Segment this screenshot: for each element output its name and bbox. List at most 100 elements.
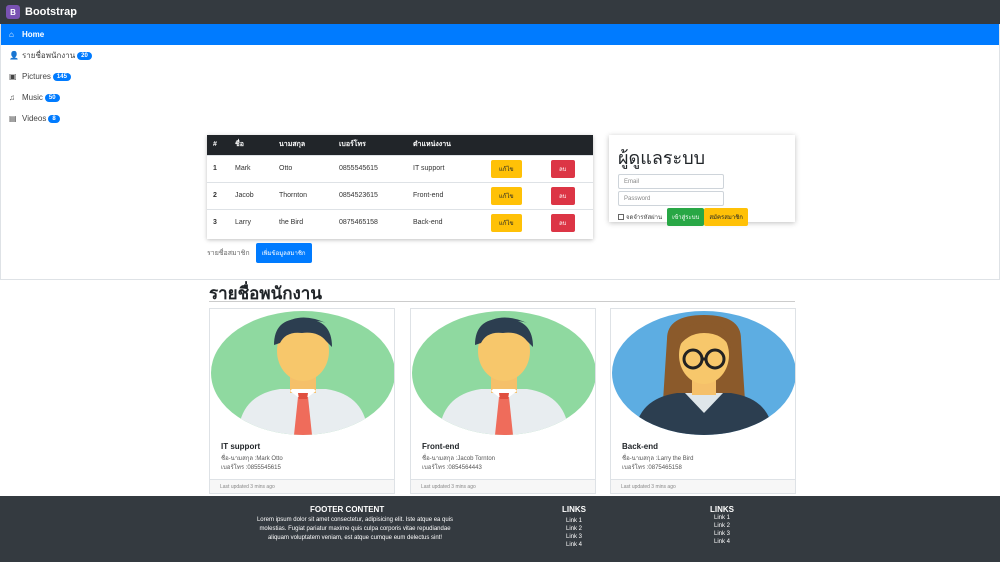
card-name-line: ชื่อ-นามสกุล :Mark Otto — [221, 456, 283, 462]
brand-name[interactable]: Bootstrap — [25, 6, 77, 18]
table-header — [485, 135, 545, 155]
table-header: # — [207, 135, 229, 155]
add-member-button[interactable]: เพิ่มข้อมูลสมาชิก — [255, 243, 312, 263]
sidebar-item-pictures[interactable]: ▣ Pictures 145 — [1, 66, 999, 87]
edit-cell: แก้ไข — [485, 181, 545, 209]
card-text: ชื่อ-นามสกุล :Jacob Tornton เบอร์โทร :08… — [422, 455, 495, 473]
delete-button[interactable]: ลบ — [551, 213, 575, 232]
delete-cell: ลบ — [545, 154, 593, 182]
table-row: 2 Jacob Thornton 0854523615 Front-end แก… — [207, 181, 593, 209]
bootstrap-logo-icon[interactable]: B — [6, 5, 20, 19]
register-button[interactable]: สมัครสมาชิก — [704, 208, 748, 226]
employee-card: Front-end ชื่อ-นามสกุล :Jacob Tornton เบ… — [410, 308, 596, 494]
card-text: ชื่อ-นามสกุล :Larry the Bird เบอร์โทร :0… — [622, 455, 693, 473]
footer-links-list: Link 1 Link 2 Link 3 Link 4 — [714, 514, 730, 546]
last-name-cell: Otto — [273, 154, 333, 182]
employee-table: # ชื่อ นามสกุล เบอร์โทร ตำแหน่งงาน 1 Mar… — [207, 135, 593, 236]
footer-link[interactable]: Link 1 — [714, 514, 730, 522]
login-button[interactable]: เข้าสู่ระบบ — [667, 208, 705, 226]
sidebar-item-music[interactable]: ♫ Music 50 — [1, 87, 999, 108]
page-footer: FOOTER CONTENT Lorem ipsum dolor sit ame… — [0, 496, 1000, 562]
card-phone-line: เบอร์โทร :0854564443 — [422, 465, 482, 471]
footer-text-line: molestias. Fugiat pariatur maxime quis c… — [259, 526, 451, 532]
sidebar-item-videos[interactable]: ▤ Videos 8 — [1, 108, 999, 129]
first-name-cell: Jacob — [229, 181, 273, 209]
member-actions: รายชื่อสมาชิก เพิ่มข้อมูลสมาชิก — [207, 243, 312, 263]
count-badge: 8 — [48, 114, 60, 123]
footer-link[interactable]: Link 4 — [714, 538, 730, 546]
login-title: ผู้ดูแลระบบ — [618, 148, 706, 168]
footer-link[interactable]: Link 3 — [714, 530, 730, 538]
row-number: 3 — [207, 208, 229, 236]
phone-cell: 0855545615 — [333, 154, 407, 182]
card-text: ชื่อ-นามสกุล :Mark Otto เบอร์โทร :085554… — [221, 455, 283, 473]
male-avatar-icon — [412, 311, 595, 435]
card-footer: Last updated 3 mins ago — [411, 479, 595, 493]
section-divider — [209, 301, 795, 302]
card-phone-line: เบอร์โทร :0875465158 — [622, 465, 682, 471]
footer-links-title: LINKS — [562, 505, 586, 514]
sidebar-item-employees[interactable]: 👤 รายชื่อพนักงาน 20 — [1, 45, 999, 66]
remember-label: จดจำรหัสผ่าน — [626, 215, 663, 221]
table-header-row: # ชื่อ นามสกุล เบอร์โทร ตำแหน่งงาน — [207, 135, 593, 155]
admin-login-card: ผู้ดูแลระบบ Email Password จดจำรหัสผ่าน … — [609, 135, 795, 226]
delete-button[interactable]: ลบ — [551, 186, 575, 205]
last-name-cell: the Bird — [273, 208, 333, 236]
edit-cell: แก้ไข — [485, 208, 545, 236]
card-title: Front-end — [422, 442, 460, 451]
login-actions: จดจำรหัสผ่าน เข้าสู่ระบบ สมัครสมาชิก — [618, 208, 786, 226]
female-avatar-icon — [612, 311, 795, 435]
edit-button[interactable]: แก้ไข — [491, 159, 522, 178]
password-placeholder: Password — [624, 195, 651, 202]
count-badge: 20 — [77, 51, 92, 60]
remember-checkbox[interactable] — [618, 214, 624, 220]
count-badge: 145 — [52, 72, 71, 81]
sidebar-item-home[interactable]: ⌂ Home — [1, 24, 999, 45]
delete-button[interactable]: ลบ — [551, 159, 575, 178]
music-icon: ♫ — [9, 93, 15, 102]
sidebar-item-label: Music — [22, 93, 43, 102]
footer-link[interactable]: Link 1 — [566, 517, 582, 525]
first-name-cell: Mark — [229, 154, 273, 182]
edit-cell: แก้ไข — [485, 154, 545, 182]
male-avatar-icon — [211, 311, 394, 435]
position-cell: IT support — [407, 154, 485, 182]
email-field[interactable]: Email — [618, 174, 724, 189]
table-header — [545, 135, 593, 155]
edit-button[interactable]: แก้ไข — [491, 213, 522, 232]
count-badge: 50 — [44, 93, 60, 102]
email-placeholder: Email — [624, 178, 640, 185]
employee-table-card: # ชื่อ นามสกุล เบอร์โทร ตำแหน่งงาน 1 Mar… — [207, 135, 593, 239]
phone-cell: 0875465158 — [333, 208, 407, 236]
card-footer: Last updated 3 mins ago — [611, 479, 795, 493]
sidebar-item-label: Home — [22, 30, 45, 39]
card-footer: Last updated 3 mins ago — [210, 479, 394, 493]
footer-link[interactable]: Link 2 — [566, 525, 582, 533]
row-number: 1 — [207, 154, 229, 182]
footer-link[interactable]: Link 2 — [714, 522, 730, 530]
footer-link[interactable]: Link 4 — [566, 541, 582, 549]
footer-links-title: LINKS — [710, 505, 734, 514]
table-row: 1 Mark Otto 0855545615 IT support แก้ไข … — [207, 154, 593, 182]
footer-title: FOOTER CONTENT — [310, 505, 385, 514]
footer-link[interactable]: Link 3 — [566, 533, 582, 541]
employee-card: IT support ชื่อ-นามสกุล :Mark Otto เบอร์… — [209, 308, 395, 494]
delete-cell: ลบ — [545, 208, 593, 236]
sidebar-item-label: Videos — [22, 114, 47, 123]
home-icon: ⌂ — [9, 30, 14, 39]
phone-cell: 0854523615 — [333, 181, 407, 209]
footer-links-list: Link 1 Link 2 Link 3 Link 4 — [566, 517, 582, 549]
camera-icon: ▣ — [9, 72, 17, 81]
card-name-line: ชื่อ-นามสกุล :Jacob Tornton — [422, 456, 495, 462]
password-field[interactable]: Password — [618, 191, 724, 206]
users-icon: 👤 — [9, 51, 19, 60]
table-header: นามสกุล — [273, 135, 333, 155]
footer-text: Lorem ipsum dolor sit amet consectetur, … — [210, 516, 500, 543]
table-header: เบอร์โทร — [333, 135, 407, 155]
card-title: Back-end — [622, 442, 659, 451]
card-name-line: ชื่อ-นามสกุล :Larry the Bird — [622, 456, 694, 462]
position-cell: Back-end — [407, 208, 485, 236]
edit-button[interactable]: แก้ไข — [491, 186, 522, 205]
table-header: ชื่อ — [229, 135, 273, 155]
card-title: IT support — [221, 442, 261, 451]
